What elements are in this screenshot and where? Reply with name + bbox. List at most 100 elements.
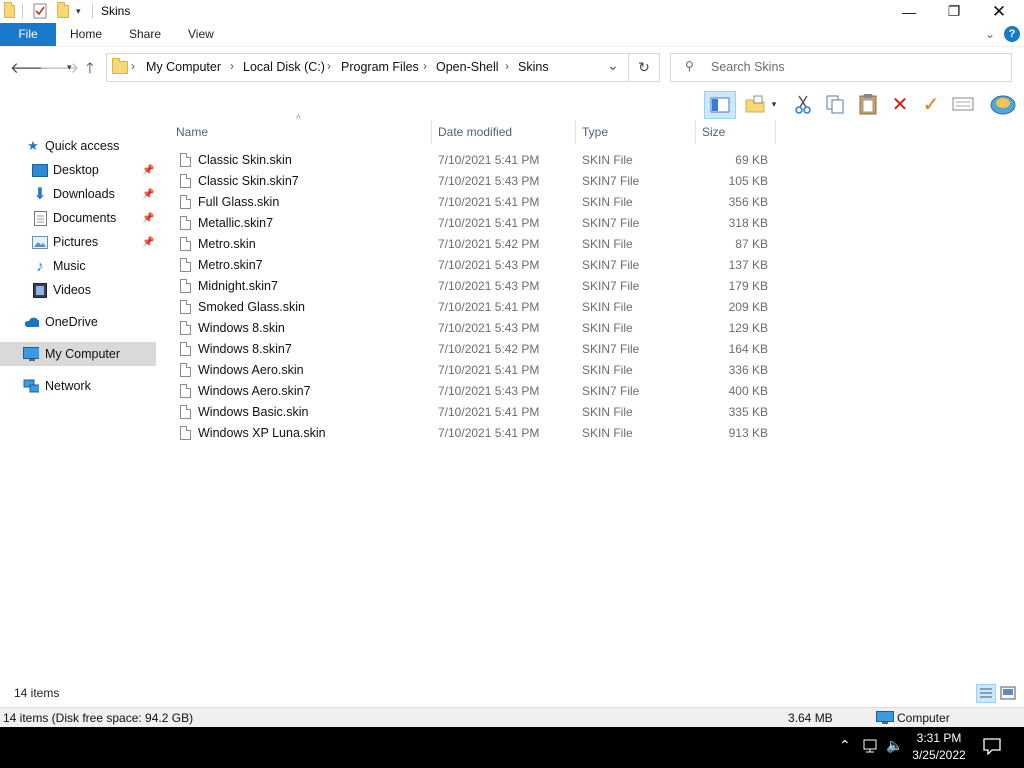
delete-icon[interactable]: ✕ bbox=[887, 91, 913, 117]
file-icon bbox=[180, 384, 191, 398]
details-view-icon[interactable] bbox=[976, 684, 996, 703]
file-size: 69 KB bbox=[735, 153, 768, 167]
breadcrumb-separator-icon[interactable]: › bbox=[505, 59, 509, 73]
search-box[interactable]: ⚲ Search Skins bbox=[670, 53, 1012, 82]
file-row[interactable]: Metallic.skin7 7/10/2021 5:41 PM SKIN7 Fil… bbox=[170, 213, 780, 234]
file-row[interactable]: Classic Skin.skin7 7/10/2021 5:43 PM SKIN7… bbox=[170, 171, 780, 192]
search-input[interactable]: Search Skins bbox=[711, 60, 785, 74]
nav-item-my-computer[interactable]: My Computer bbox=[0, 342, 156, 366]
file-row[interactable]: Full Glass.skin 7/10/2021 5:41 PM SKIN Fil… bbox=[170, 192, 780, 213]
close-button[interactable]: ✕ bbox=[976, 0, 1022, 23]
file-date-modified: 7/10/2021 5:41 PM bbox=[438, 426, 540, 440]
file-row[interactable]: Windows 8.skin7 7/10/2021 5:42 PM SKIN7 Fi… bbox=[170, 339, 780, 360]
file-icon bbox=[180, 153, 191, 167]
file-row[interactable]: Windows Aero.skin7 7/10/2021 5:43 PM SKIN7… bbox=[170, 381, 780, 402]
address-bar[interactable]: › My Computer › Local Disk (C:) › Progra… bbox=[106, 53, 660, 82]
nav-item-label: Documents bbox=[53, 211, 117, 225]
recent-locations-chevron-icon[interactable]: ▾ bbox=[67, 62, 72, 73]
new-folder-icon[interactable] bbox=[57, 1, 69, 19]
pin-icon[interactable]: 📌 bbox=[142, 165, 154, 176]
tab-view[interactable]: View bbox=[188, 23, 214, 46]
breadcrumb-program-files[interactable]: Program Files bbox=[341, 60, 419, 74]
file-row[interactable]: Midnight.skin7 7/10/2021 5:43 PM SKIN7 Fil… bbox=[170, 276, 780, 297]
volume-icon[interactable]: 🔈 bbox=[886, 737, 903, 754]
file-type: SKIN File bbox=[582, 426, 633, 440]
file-date-modified: 7/10/2021 5:41 PM bbox=[438, 300, 540, 314]
tab-file[interactable]: File bbox=[0, 23, 56, 46]
up-arrow-icon[interactable]: 🡑 bbox=[86, 58, 94, 83]
nav-item-downloads[interactable]: ⬇ Downloads 📌 bbox=[0, 182, 156, 206]
file-row[interactable]: Smoked Glass.skin 7/10/2021 5:41 PM SKIN F… bbox=[170, 297, 780, 318]
file-date-modified: 7/10/2021 5:43 PM bbox=[438, 258, 540, 272]
column-header-name[interactable]: Name bbox=[170, 120, 432, 144]
desktop-icon bbox=[32, 162, 48, 178]
large-icons-view-icon[interactable] bbox=[1000, 686, 1016, 700]
help-icon[interactable]: ? bbox=[1004, 26, 1020, 42]
nav-item-videos[interactable]: Videos bbox=[0, 278, 156, 302]
expand-ribbon-chevron-icon[interactable]: ⌄ bbox=[985, 23, 995, 46]
breadcrumb-separator-icon[interactable]: › bbox=[327, 59, 331, 73]
nav-item-quick-access[interactable]: ★ Quick access bbox=[0, 134, 156, 158]
cut-icon[interactable] bbox=[790, 91, 816, 117]
file-row[interactable]: Windows Aero.skin 7/10/2021 5:41 PM SKIN F… bbox=[170, 360, 780, 381]
column-header-size[interactable]: Size bbox=[696, 120, 776, 144]
file-type: SKIN File bbox=[582, 363, 633, 377]
column-header-type[interactable]: Type bbox=[576, 120, 696, 144]
breadcrumb-local-disk[interactable]: Local Disk (C:) bbox=[243, 60, 325, 74]
dropdown-chevron-icon[interactable]: ▾ bbox=[768, 91, 780, 117]
file-row[interactable]: Metro.skin 7/10/2021 5:42 PM SKIN File 87 K… bbox=[170, 234, 780, 255]
forward-arrow-icon[interactable]: 🡒 bbox=[39, 58, 79, 77]
pin-icon[interactable]: 📌 bbox=[142, 213, 154, 224]
file-size: 318 KB bbox=[728, 216, 768, 230]
pin-icon[interactable]: 📌 bbox=[142, 189, 154, 200]
nav-item-onedrive[interactable]: OneDrive bbox=[0, 310, 156, 334]
paste-icon[interactable] bbox=[855, 91, 881, 117]
network-status-icon[interactable] bbox=[862, 738, 880, 757]
file-row[interactable]: Windows Basic.skin 7/10/2021 5:41 PM SKIN … bbox=[170, 402, 780, 423]
file-row[interactable]: Windows 8.skin 7/10/2021 5:43 PM SKIN File… bbox=[170, 318, 780, 339]
nav-item-network[interactable]: Network bbox=[0, 374, 156, 398]
nav-item-documents[interactable]: Documents 📌 bbox=[0, 206, 156, 230]
nav-item-music[interactable]: ♪ Music bbox=[0, 254, 156, 278]
show-hidden-icons-chevron-icon[interactable]: ⌃ bbox=[839, 737, 851, 754]
clock-date[interactable]: 3/25/2022 bbox=[906, 748, 972, 762]
breadcrumb-open-shell[interactable]: Open-Shell bbox=[436, 60, 499, 74]
nav-item-pictures[interactable]: Pictures 📌 bbox=[0, 230, 156, 254]
nav-item-desktop[interactable]: Desktop 📌 bbox=[0, 158, 156, 182]
properties-icon[interactable] bbox=[33, 3, 47, 19]
properties-icon[interactable] bbox=[950, 91, 976, 117]
column-headers: ^ Name Date modified Type Size bbox=[170, 114, 780, 144]
customize-toolbar-chevron-icon[interactable]: ▾ bbox=[76, 3, 81, 19]
settings-shell-icon[interactable] bbox=[990, 91, 1016, 117]
file-icon bbox=[180, 426, 191, 440]
computer-icon bbox=[23, 346, 39, 362]
rename-icon[interactable]: ✓ bbox=[918, 91, 944, 117]
status-size: 3.64 MB bbox=[788, 711, 833, 725]
status-bar: 14 items (Disk free space: 94.2 GB) 3.64… bbox=[0, 707, 1024, 728]
tab-share[interactable]: Share bbox=[129, 23, 161, 46]
column-header-date-modified[interactable]: Date modified bbox=[432, 120, 576, 144]
navigation-pane-icon[interactable] bbox=[704, 91, 736, 119]
clock-time[interactable]: 3:31 PM bbox=[906, 731, 972, 745]
file-row[interactable]: Metro.skin7 7/10/2021 5:43 PM SKIN7 File 13… bbox=[170, 255, 780, 276]
file-type: SKIN7 File bbox=[582, 279, 640, 293]
breadcrumb-separator-icon[interactable]: › bbox=[423, 59, 427, 73]
minimize-button[interactable]: — bbox=[886, 0, 932, 23]
file-row[interactable]: Classic Skin.skin 7/10/2021 5:41 PM SKIN F… bbox=[170, 150, 780, 171]
notifications-icon[interactable] bbox=[983, 738, 1001, 758]
breadcrumb-separator-icon[interactable]: › bbox=[230, 59, 234, 73]
address-history-chevron-icon[interactable]: ⌄ bbox=[607, 57, 619, 74]
file-date-modified: 7/10/2021 5:42 PM bbox=[438, 342, 540, 356]
file-date-modified: 7/10/2021 5:41 PM bbox=[438, 216, 540, 230]
new-folder-icon[interactable] bbox=[742, 91, 768, 117]
copy-icon[interactable] bbox=[822, 91, 848, 117]
breadcrumb-separator-icon[interactable]: › bbox=[131, 59, 135, 73]
tab-home[interactable]: Home bbox=[70, 23, 102, 46]
maximize-button[interactable]: ❐ bbox=[931, 0, 977, 23]
file-icon bbox=[180, 216, 191, 230]
refresh-button[interactable]: ↻ bbox=[628, 53, 660, 82]
file-row[interactable]: Windows XP Luna.skin 7/10/2021 5:41 PM SKI… bbox=[170, 423, 780, 444]
breadcrumb-skins[interactable]: Skins bbox=[518, 60, 549, 74]
pin-icon[interactable]: 📌 bbox=[142, 237, 154, 248]
breadcrumb-my-computer[interactable]: My Computer bbox=[146, 60, 221, 74]
